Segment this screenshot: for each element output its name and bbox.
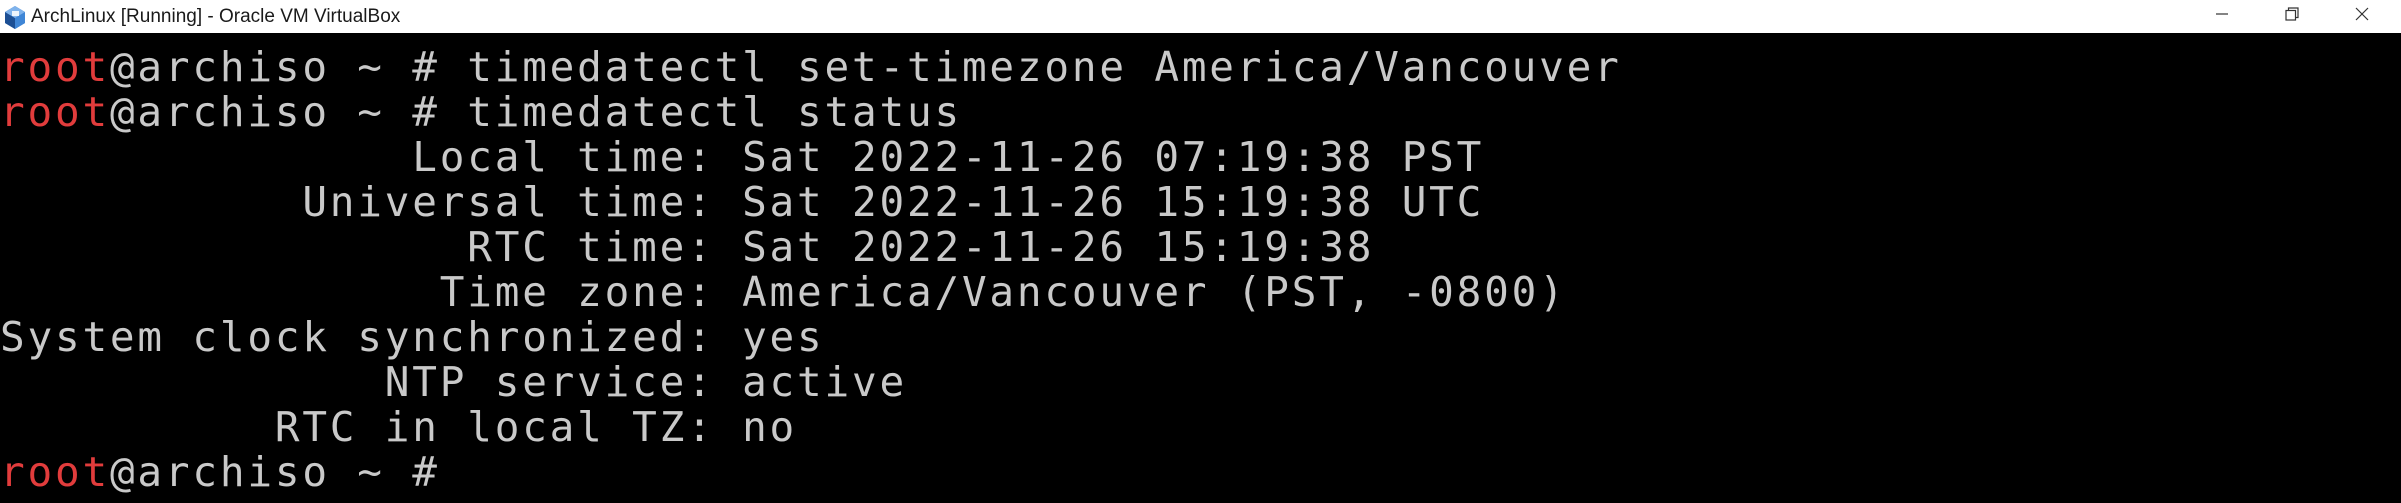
window-title: ArchLinux [Running] - Oracle VM VirtualB… [31, 6, 401, 27]
restore-icon [2284, 6, 2300, 27]
output-universal-time: Universal time: Sat 2022-11-26 15:19:38 … [0, 178, 1485, 226]
terminal-line: root@archiso ~ # [0, 450, 467, 495]
prompt-user: root [0, 448, 110, 496]
output-local-time: Local time: Sat 2022-11-26 07:19:38 PST [0, 133, 1485, 181]
prompt-user: root [0, 43, 110, 91]
output-clock-synchronized: System clock synchronized: yes [0, 313, 825, 361]
terminal-screen[interactable]: root@archiso ~ # timedatectl set-timezon… [0, 33, 2401, 503]
minimize-button[interactable] [2187, 0, 2257, 33]
command-text: @archiso ~ # timedatectl status [109, 88, 962, 136]
output-rtc-local-tz: RTC in local TZ: no [0, 403, 798, 451]
virtualbox-window: ArchLinux [Running] - Oracle VM VirtualB… [0, 0, 2401, 503]
prompt-user: root [0, 88, 110, 136]
output-ntp-service: NTP service: active [0, 358, 907, 406]
virtualbox-app-icon [3, 3, 27, 30]
terminal-line: root@archiso ~ # timedatectl status [0, 90, 962, 135]
command-text: @archiso ~ # timedatectl set-timezone Am… [109, 43, 1622, 91]
close-icon [2354, 6, 2370, 27]
minimize-icon [2214, 6, 2230, 27]
output-time-zone: Time zone: America/Vancouver (PST, -0800… [0, 268, 1567, 316]
title-bar[interactable]: ArchLinux [Running] - Oracle VM VirtualB… [0, 0, 2401, 33]
restore-button[interactable] [2257, 0, 2327, 33]
prompt-text: @archiso ~ # [109, 448, 468, 496]
terminal-line: root@archiso ~ # timedatectl set-timezon… [0, 45, 1622, 90]
close-button[interactable] [2327, 0, 2397, 33]
output-rtc-time: RTC time: Sat 2022-11-26 15:19:38 [0, 223, 1375, 271]
